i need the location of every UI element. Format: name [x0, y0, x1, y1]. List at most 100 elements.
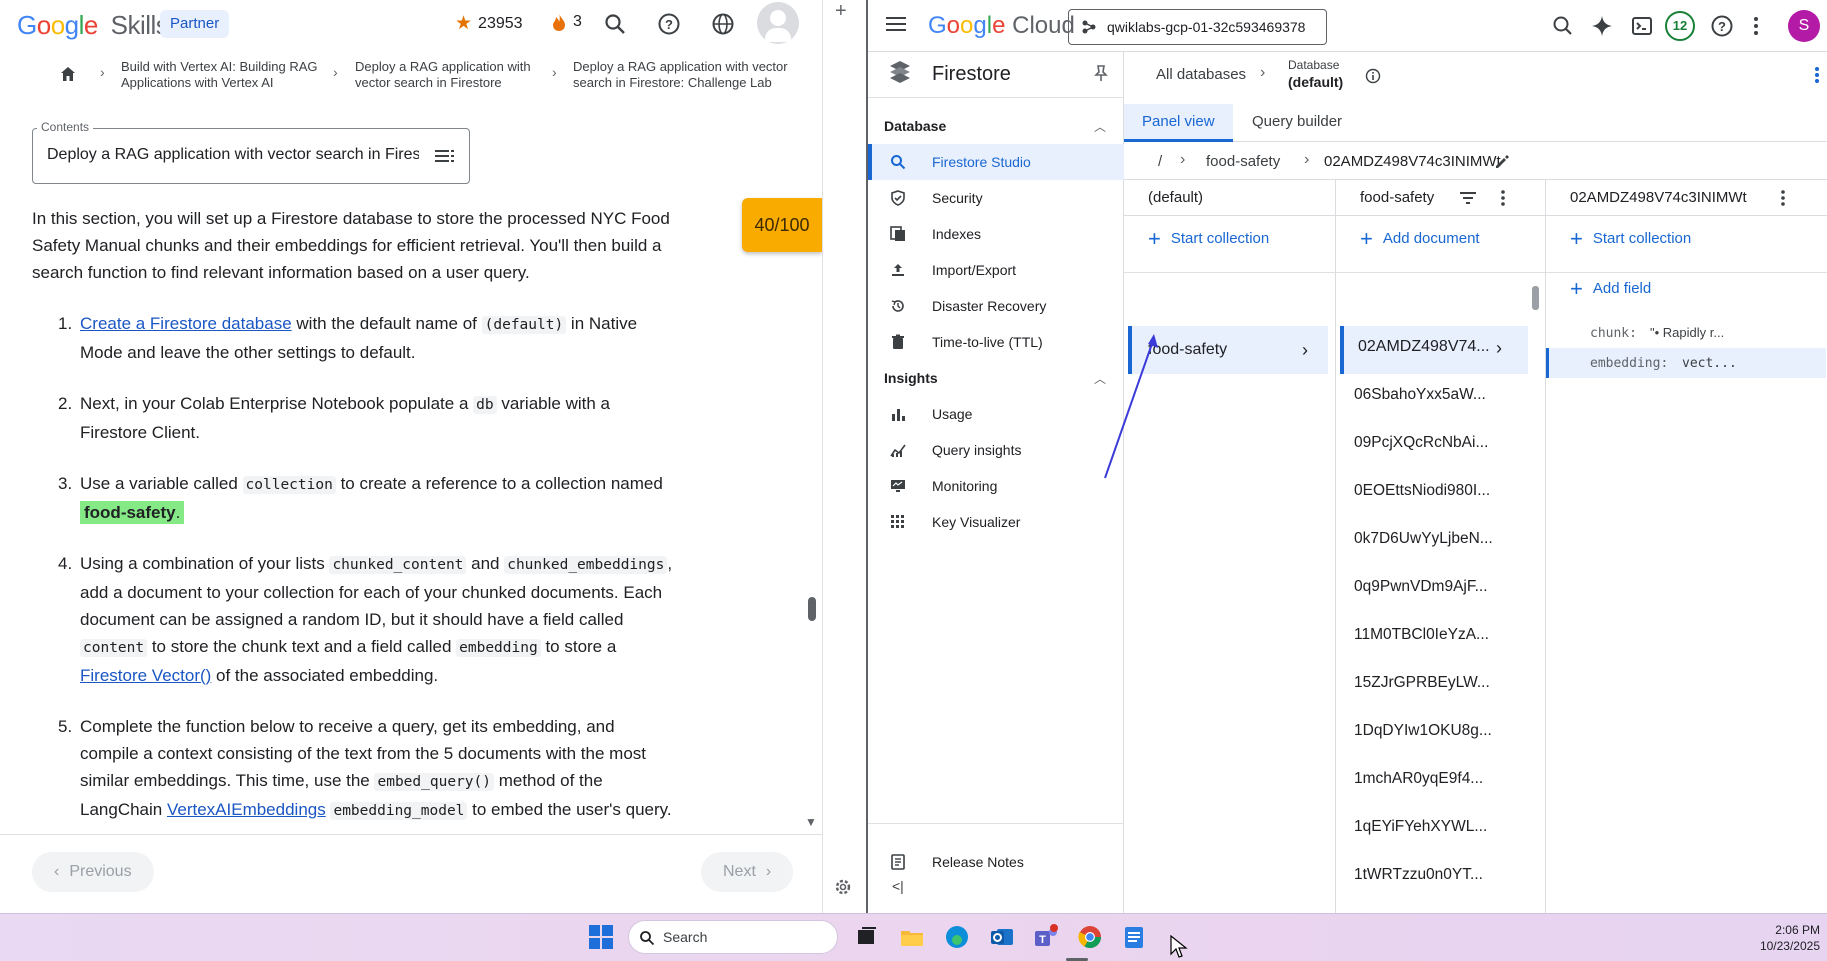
previous-button[interactable]: ‹ Previous: [32, 852, 154, 892]
sidebar-item-import-export[interactable]: Import/Export: [868, 252, 1124, 288]
add-document-button[interactable]: + Add document: [1360, 225, 1480, 251]
breadcrumb-lab[interactable]: Deploy a RAG application with vector sear…: [573, 59, 788, 91]
field-chunk-value[interactable]: "• Rapidly r...: [1650, 325, 1724, 340]
section-database[interactable]: Database: [884, 118, 946, 134]
add-panel-icon[interactable]: +: [835, 0, 847, 23]
path-document[interactable]: 02AMDZ498V74c3INIMWt: [1324, 153, 1501, 170]
tab-query-builder[interactable]: Query builder: [1234, 104, 1360, 142]
lab-score-badge[interactable]: 40/100: [742, 198, 822, 252]
sidebar-item-ttl[interactable]: Time-to-live (TTL): [868, 324, 1124, 360]
info-icon[interactable]: [1365, 68, 1381, 84]
field-embedding-value[interactable]: vect...: [1682, 356, 1737, 371]
chrome-icon[interactable]: [1077, 924, 1103, 950]
field-embedding-key[interactable]: embedding:: [1590, 356, 1668, 371]
project-picker[interactable]: qwiklabs-gcp-01-32c593469378: [1068, 9, 1327, 45]
points-counter[interactable]: ★ 23953: [455, 12, 523, 35]
teams-icon[interactable]: T: [1033, 924, 1059, 950]
document-item[interactable]: 0k7D6UwYyLjbeN...: [1354, 530, 1504, 548]
sidebar-item-monitoring[interactable]: Monitoring: [868, 468, 1124, 504]
plus-icon: +: [1360, 225, 1373, 251]
document-item[interactable]: 1tWRTzzu0n0YT...: [1354, 866, 1504, 884]
tab-panel-view[interactable]: Panel view: [1124, 104, 1233, 142]
menu-icon[interactable]: [886, 15, 908, 33]
points-value: 23953: [478, 14, 523, 32]
document-item[interactable]: 06SbahoYxx5aW...: [1354, 386, 1504, 404]
account-avatar[interactable]: S: [1788, 10, 1820, 42]
path-root[interactable]: /: [1158, 153, 1162, 170]
next-button[interactable]: Next ›: [701, 852, 794, 892]
streak-counter[interactable]: 3: [551, 12, 582, 32]
settings-gear-icon[interactable]: [833, 877, 853, 897]
table-of-contents-icon[interactable]: [435, 148, 455, 164]
google-skills-logo[interactable]: Google Skills: [17, 10, 169, 41]
search-icon[interactable]: [603, 12, 627, 36]
path-collection[interactable]: food-safety: [1206, 153, 1280, 170]
sidebar-item-release-notes[interactable]: Release Notes: [868, 844, 1124, 880]
more-vert-icon[interactable]: [1744, 14, 1768, 38]
document-item[interactable]: 11M0TBCl0IeYzA...: [1354, 626, 1504, 644]
windows-start-icon[interactable]: [588, 924, 614, 950]
more-vert-icon[interactable]: [1500, 190, 1506, 206]
section-insights[interactable]: Insights: [884, 370, 938, 386]
breadcrumb-module[interactable]: Deploy a RAG application with vector sear…: [355, 59, 531, 91]
task-view-icon[interactable]: [854, 924, 880, 950]
help-icon[interactable]: ?: [1710, 14, 1734, 38]
user-avatar[interactable]: [757, 2, 799, 44]
firestore-vector-link[interactable]: Firestore Vector(): [80, 666, 211, 685]
vertexai-embeddings-link[interactable]: VertexAIEmbeddings: [167, 800, 326, 819]
sidebar-item-firestore-studio[interactable]: Firestore Studio: [868, 144, 1124, 180]
sidebar-item-usage[interactable]: Usage: [868, 396, 1124, 432]
collapse-sidebar-icon[interactable]: <|: [892, 878, 904, 894]
sidebar-item-disaster-recovery[interactable]: Disaster Recovery: [868, 288, 1124, 324]
database-header: All databases › Database (default): [1124, 52, 1827, 98]
document-item[interactable]: 0q9PwnVDm9AjF...: [1354, 578, 1504, 596]
sidebar-item-key-visualizer[interactable]: Key Visualizer: [868, 504, 1124, 540]
contents-value[interactable]: Deploy a RAG application with vector sea…: [47, 146, 419, 164]
all-databases-link[interactable]: All databases: [1156, 66, 1246, 83]
notifications-badge[interactable]: 12: [1665, 11, 1695, 41]
windows-taskbar: Search T 2:06 PM 10/23/2025: [0, 913, 1827, 961]
taskbar-clock[interactable]: 2:06 PM 10/23/2025: [1735, 922, 1820, 954]
sidebar-item-security[interactable]: Security: [868, 180, 1124, 216]
pin-icon[interactable]: [1092, 64, 1110, 82]
document-item[interactable]: 0EOEttsNiodi980I...: [1354, 482, 1504, 500]
file-explorer-icon[interactable]: [899, 924, 925, 950]
outlook-icon[interactable]: [989, 924, 1015, 950]
help-icon[interactable]: ?: [657, 12, 681, 36]
start-collection-button[interactable]: + Start collection: [1148, 227, 1269, 249]
document-item[interactable]: 09PcjXQcRcNbAi...: [1354, 434, 1504, 452]
start-subcollection-button[interactable]: + Start collection: [1570, 227, 1691, 249]
create-firestore-link[interactable]: Create a Firestore database: [80, 314, 292, 333]
cloud-shell-icon[interactable]: [1630, 14, 1654, 38]
scroll-down-arrow-icon[interactable]: ▼: [805, 815, 817, 829]
home-icon[interactable]: [60, 66, 76, 82]
search-icon[interactable]: [1551, 14, 1575, 38]
filter-icon[interactable]: [1460, 191, 1476, 205]
sidebar-item-query-insights[interactable]: Query insights: [868, 432, 1124, 468]
field-chunk-key[interactable]: chunk:: [1590, 326, 1637, 341]
google-cloud-logo[interactable]: Google Cloud: [928, 12, 1075, 40]
split-divider[interactable]: [822, 0, 866, 913]
more-vert-icon[interactable]: [1780, 190, 1786, 206]
taskbar-search[interactable]: Search: [628, 920, 838, 954]
document-item[interactable]: 02AMDZ498V74...: [1358, 338, 1508, 356]
upload-icon: [892, 264, 904, 276]
more-vert-icon[interactable]: [1814, 66, 1820, 84]
svg-text:T: T: [1039, 934, 1046, 946]
cloud-console-pane: Google Cloud qwiklabs-gcp-01-32c59346937…: [866, 0, 1827, 913]
notepad-icon[interactable]: [1121, 924, 1147, 950]
document-item[interactable]: 15ZJrGPRBEyLW...: [1354, 674, 1504, 692]
chevron-up-icon[interactable]: ︿: [1094, 118, 1106, 135]
document-item[interactable]: 1qEYiFYehXYWL...: [1354, 818, 1504, 836]
gemini-sparkle-icon[interactable]: [1590, 14, 1614, 38]
edit-pencil-icon[interactable]: [1494, 154, 1510, 170]
scrollbar-thumb[interactable]: [1532, 286, 1539, 310]
add-field-button[interactable]: + Add field: [1570, 277, 1651, 299]
document-item[interactable]: 1mchAR0yqE9f4...: [1354, 770, 1504, 788]
document-item[interactable]: 1DqDYIw1OKU8g...: [1354, 722, 1504, 740]
sidebar-item-indexes[interactable]: Indexes: [868, 216, 1124, 252]
language-globe-icon[interactable]: [711, 12, 735, 36]
scrollbar-thumb[interactable]: [808, 597, 816, 621]
breadcrumb-course[interactable]: Build with Vertex AI: Building RAG Applic…: [121, 59, 318, 91]
edge-browser-icon[interactable]: [944, 924, 970, 950]
